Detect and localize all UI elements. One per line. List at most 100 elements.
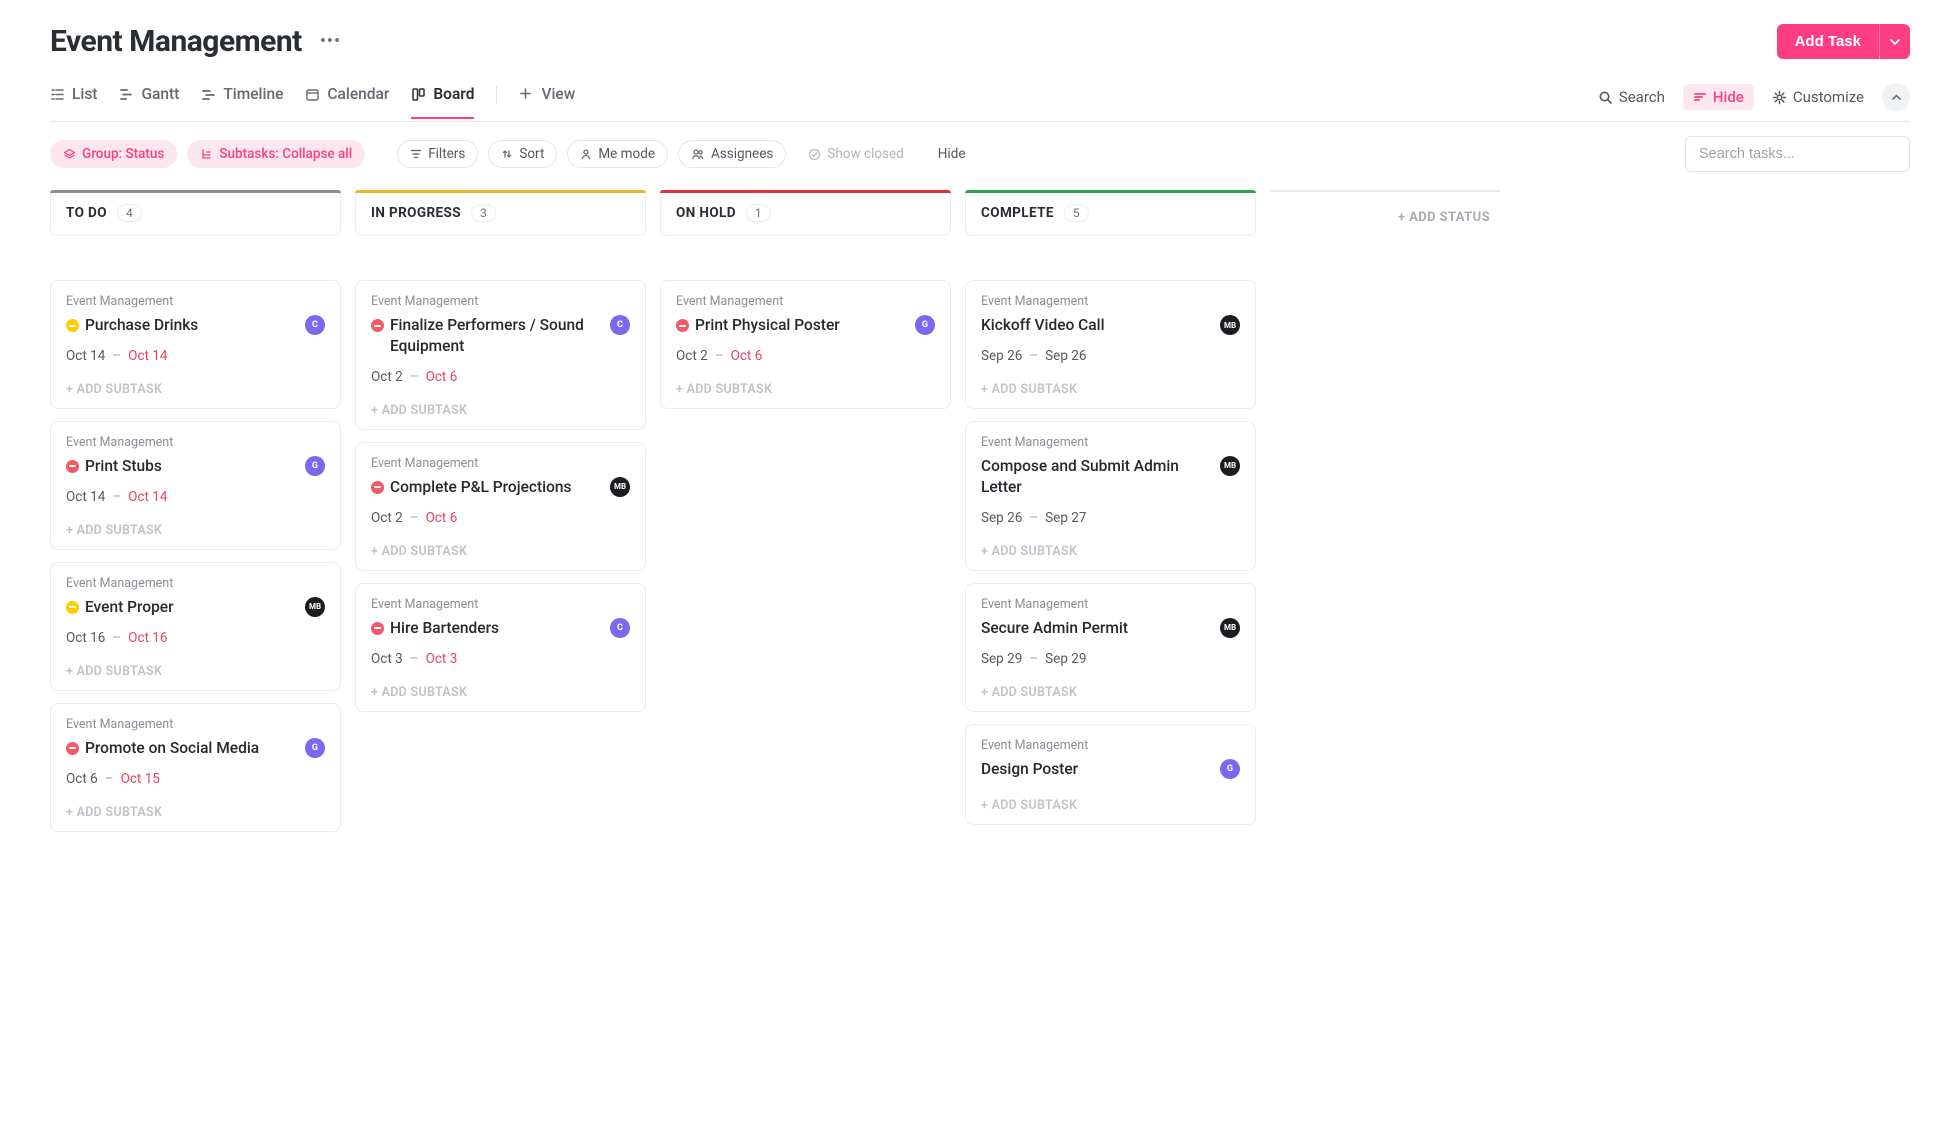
sort-icon: [501, 148, 513, 160]
date-due: Sep 26: [1045, 348, 1086, 364]
add-subtask-button[interactable]: ADD SUBTASK: [66, 523, 325, 538]
assignee-avatar[interactable]: C: [305, 315, 325, 335]
hide-button[interactable]: Hide: [1683, 84, 1754, 110]
task-card[interactable]: Event ManagementEvent ProperMBOct 16–Oct…: [50, 562, 341, 691]
add-subtask-button[interactable]: ADD SUBTASK: [66, 805, 325, 820]
group-pill[interactable]: Group: Status: [50, 140, 177, 168]
column-title: IN PROGRESS: [371, 205, 461, 221]
search-tasks-input[interactable]: [1685, 136, 1910, 172]
column-cards: Event Management Finalize Performers / So…: [355, 280, 646, 712]
card-folder: Event Management: [981, 597, 1240, 612]
me-mode-pill[interactable]: Me mode: [567, 140, 668, 168]
show-closed-pill[interactable]: Show closed: [796, 141, 915, 167]
filters-pill[interactable]: Filters: [397, 140, 478, 168]
assignee-avatar[interactable]: C: [610, 618, 630, 638]
card-title-row: Print Physical PosterG: [676, 315, 935, 336]
customize-button[interactable]: Customize: [1772, 88, 1864, 106]
tab-label: Board: [433, 85, 474, 103]
task-card[interactable]: Event ManagementHire BartendersCOct 3–Oc…: [355, 583, 646, 712]
assignee-avatar[interactable]: G: [915, 315, 935, 335]
task-card[interactable]: Event ManagementComplete P&L Projections…: [355, 442, 646, 571]
hide-pill[interactable]: Hide: [926, 141, 978, 167]
priority-icon: [371, 481, 384, 494]
kanban-board: TO DO4Event ManagementPurchase DrinksCOc…: [50, 190, 1910, 832]
add-subtask-button[interactable]: ADD SUBTASK: [66, 382, 325, 397]
assignee-avatar[interactable]: G: [1220, 759, 1240, 779]
group-label: Group: Status: [82, 146, 164, 162]
add-subtask-button[interactable]: ADD SUBTASK: [981, 382, 1240, 397]
task-card[interactable]: Event ManagementFinalize Performers / So…: [355, 280, 646, 430]
assignee-avatar[interactable]: MB: [305, 597, 325, 617]
hide-label: Hide: [1713, 88, 1744, 106]
add-subtask-button[interactable]: ADD SUBTASK: [66, 664, 325, 679]
column-header[interactable]: ON HOLD1: [660, 190, 951, 236]
tab-timeline[interactable]: Timeline: [201, 85, 283, 119]
card-title-row: Purchase DrinksC: [66, 315, 325, 336]
task-card[interactable]: Event ManagementPrint Physical PosterGOc…: [660, 280, 951, 409]
sort-pill[interactable]: Sort: [488, 140, 557, 168]
add-subtask-button[interactable]: ADD SUBTASK: [981, 685, 1240, 700]
card-dates: Oct 14–Oct 14: [66, 489, 325, 505]
task-card[interactable]: Event ManagementKickoff Video CallMBSep …: [965, 280, 1256, 409]
tab-board[interactable]: Board: [411, 85, 474, 119]
list-icon: [50, 87, 65, 102]
add-task-button[interactable]: Add Task: [1777, 24, 1879, 59]
assignee-avatar[interactable]: MB: [610, 477, 630, 497]
card-title: Complete P&L Projections: [390, 477, 572, 498]
card-title: Event Proper: [85, 597, 174, 618]
timeline-icon: [201, 87, 216, 102]
assignee-avatar[interactable]: MB: [1220, 456, 1240, 476]
card-title: Finalize Performers / Sound Equipment: [390, 315, 600, 357]
column-count: 1: [746, 204, 771, 222]
add-subtask-button[interactable]: ADD SUBTASK: [981, 544, 1240, 559]
tab-list[interactable]: List: [50, 85, 97, 119]
task-card[interactable]: Event ManagementPurchase DrinksCOct 14–O…: [50, 280, 341, 409]
search-button[interactable]: Search: [1598, 88, 1665, 106]
task-card[interactable]: Event ManagementPrint StubsGOct 14–Oct 1…: [50, 421, 341, 550]
column-header[interactable]: COMPLETE5: [965, 190, 1256, 236]
date-due: Oct 6: [731, 348, 763, 364]
card-folder: Event Management: [371, 597, 630, 612]
card-title-row: Finalize Performers / Sound Equipment C: [371, 315, 630, 357]
add-subtask-button[interactable]: ADD SUBTASK: [371, 544, 630, 559]
task-card[interactable]: Event Management Design Poster G ADD SUBTAS…: [965, 724, 1256, 825]
date-due: Oct 6: [426, 369, 458, 385]
card-folder: Event Management: [66, 435, 325, 450]
task-card[interactable]: Event ManagementPromote on Social MediaG…: [50, 703, 341, 832]
add-task-dropdown[interactable]: [1879, 24, 1910, 59]
date-start: Oct 14: [66, 489, 105, 505]
priority-icon: [676, 319, 689, 332]
add-subtask-button[interactable]: ADD SUBTASK: [981, 798, 1240, 813]
subtasks-pill[interactable]: Subtasks: Collapse all: [187, 140, 365, 168]
assignee-avatar[interactable]: C: [610, 315, 630, 335]
date-start: Oct 3: [371, 651, 403, 667]
card-folder: Event Management: [981, 738, 1240, 753]
task-card[interactable]: Event ManagementSecure Admin PermitMBSep…: [965, 583, 1256, 712]
tab-gantt[interactable]: Gantt: [119, 85, 179, 119]
tab-calendar[interactable]: Calendar: [305, 85, 389, 119]
column-count: 4: [117, 204, 142, 222]
assignee-avatar[interactable]: G: [305, 456, 325, 476]
assignees-pill[interactable]: Assignees: [678, 140, 786, 168]
add-subtask-button[interactable]: ADD SUBTASK: [371, 685, 630, 700]
assignee-avatar[interactable]: G: [305, 738, 325, 758]
add-subtask-button[interactable]: ADD SUBTASK: [371, 403, 630, 418]
assignee-avatar[interactable]: MB: [1220, 618, 1240, 638]
add-subtask-button[interactable]: ADD SUBTASK: [676, 382, 935, 397]
task-card[interactable]: Event ManagementCompose and Submit Admin…: [965, 421, 1256, 571]
collapse-header-button[interactable]: [1882, 83, 1910, 111]
column-header[interactable]: TO DO4: [50, 190, 341, 236]
card-folder: Event Management: [981, 294, 1240, 309]
view-tabs-row: List Gantt Timeline Calendar Board View …: [50, 83, 1910, 122]
date-due: Oct 15: [121, 771, 160, 787]
priority-icon: [371, 622, 384, 635]
priority-icon: [66, 742, 79, 755]
tab-add-view[interactable]: View: [519, 85, 575, 119]
priority-icon: [66, 601, 79, 614]
column-header[interactable]: IN PROGRESS3: [355, 190, 646, 236]
assignee-avatar[interactable]: MB: [1220, 315, 1240, 335]
card-title: Design Poster: [981, 759, 1078, 780]
more-menu-icon[interactable]: •••: [320, 31, 341, 52]
column-cards: Event ManagementKickoff Video CallMBSep …: [965, 280, 1256, 825]
add-status-button[interactable]: + ADD STATUS: [1270, 190, 1500, 243]
